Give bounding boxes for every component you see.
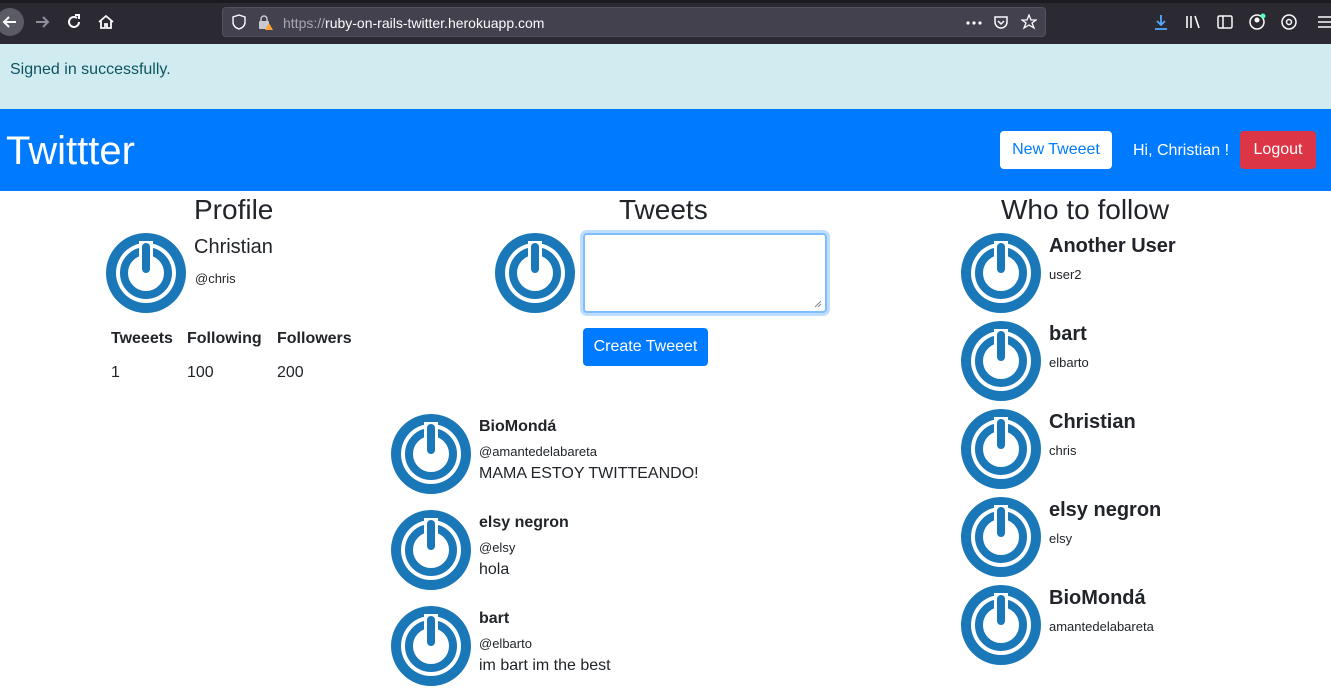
account-icon[interactable] bbox=[1248, 13, 1266, 31]
bookmark-star-icon[interactable] bbox=[1020, 13, 1038, 30]
url-bar[interactable]: https://ruby-on-rails-twitter.herokuapp.… bbox=[222, 7, 1046, 37]
who-to-follow-heading: Who to follow bbox=[1001, 194, 1170, 225]
stat-value-tweeets: 1 bbox=[111, 364, 120, 381]
power-avatar-icon bbox=[116, 241, 176, 303]
profile-name: Christian bbox=[194, 236, 273, 258]
stat-value-following: 100 bbox=[187, 364, 214, 381]
url-text[interactable]: https://ruby-on-rails-twitter.herokuapp.… bbox=[283, 15, 544, 31]
tweet-text: hola bbox=[479, 561, 510, 578]
suggestion-handle[interactable]: elsy bbox=[1049, 531, 1072, 546]
reload-icon[interactable] bbox=[60, 8, 88, 36]
pocket-icon[interactable] bbox=[993, 14, 1009, 30]
sidebar-icon[interactable] bbox=[1216, 13, 1234, 31]
suggestion-name[interactable]: Christian bbox=[1049, 411, 1136, 434]
power-avatar-icon bbox=[971, 329, 1031, 391]
stat-label-tweeets: Tweeets bbox=[111, 330, 173, 347]
shield-icon[interactable] bbox=[231, 14, 247, 30]
suggestion-avatar[interactable] bbox=[961, 497, 1041, 577]
power-avatar-icon bbox=[971, 417, 1031, 479]
tweet-text: MAMA ESTOY TWITTEANDO! bbox=[479, 465, 699, 482]
tweet-author-name[interactable]: bart bbox=[479, 610, 509, 628]
url-scheme: https:// bbox=[283, 15, 326, 31]
back-arrow-icon[interactable] bbox=[0, 8, 24, 36]
tweet-avatar[interactable] bbox=[391, 414, 471, 494]
power-avatar-icon bbox=[401, 518, 461, 580]
suggestion-avatar[interactable] bbox=[961, 409, 1041, 489]
tweet-author-handle[interactable]: @amantedelabareta bbox=[479, 444, 597, 459]
suggestion-avatar[interactable] bbox=[961, 585, 1041, 665]
tweet-avatar[interactable] bbox=[391, 606, 471, 686]
tweets-heading: Tweets bbox=[619, 194, 708, 225]
new-tweeet-button[interactable]: New Tweeet bbox=[1000, 131, 1112, 169]
tweet-text: im bart im the best bbox=[479, 657, 611, 674]
forward-arrow-icon[interactable] bbox=[28, 8, 56, 36]
download-icon[interactable] bbox=[1152, 13, 1170, 31]
library-icon[interactable] bbox=[1184, 13, 1202, 31]
extensions-icon[interactable] bbox=[1280, 13, 1298, 31]
create-tweeet-button[interactable]: Create Tweeet bbox=[583, 328, 708, 366]
resize-grip-icon[interactable] bbox=[814, 300, 822, 308]
flash-alert: Signed in successfully. bbox=[0, 44, 1331, 109]
suggestion-handle[interactable]: chris bbox=[1049, 443, 1076, 458]
tweet-author-name[interactable]: elsy negron bbox=[479, 514, 569, 532]
lock-warning-icon[interactable] bbox=[257, 14, 273, 30]
power-avatar-icon bbox=[401, 614, 461, 676]
suggestion-avatar[interactable] bbox=[961, 321, 1041, 401]
power-avatar-icon bbox=[971, 593, 1031, 655]
stat-label-following: Following bbox=[187, 330, 262, 347]
menu-icon[interactable] bbox=[1318, 13, 1331, 31]
profile-heading: Profile bbox=[194, 194, 274, 225]
home-icon[interactable] bbox=[92, 8, 120, 36]
suggestion-handle[interactable]: user2 bbox=[1049, 267, 1082, 282]
tweet-author-handle[interactable]: @elsy bbox=[479, 540, 515, 555]
profile-handle: @chris bbox=[195, 271, 236, 286]
suggestion-name[interactable]: BioMondá bbox=[1049, 587, 1146, 610]
tab-strip bbox=[0, 0, 1331, 3]
tweet-avatar[interactable] bbox=[391, 510, 471, 590]
tweet-author-name[interactable]: BioMondá bbox=[479, 418, 556, 436]
power-avatar-icon bbox=[971, 505, 1031, 567]
power-avatar-icon bbox=[505, 241, 565, 303]
stat-label-followers: Followers bbox=[277, 330, 352, 347]
url-host: ruby-on-rails-twitter.herokuapp.com bbox=[325, 15, 545, 31]
suggestion-handle[interactable]: elbarto bbox=[1049, 355, 1089, 370]
navbar: Twittter New Tweeet Hi, Christian ! Logo… bbox=[0, 109, 1331, 191]
user-greeting: Hi, Christian ! bbox=[1133, 142, 1230, 159]
suggestion-name[interactable]: bart bbox=[1049, 323, 1087, 346]
profile-avatar bbox=[106, 233, 186, 313]
suggestion-handle[interactable]: amantedelabareta bbox=[1049, 619, 1154, 634]
suggestion-name[interactable]: elsy negron bbox=[1049, 499, 1161, 522]
suggestion-avatar[interactable] bbox=[961, 233, 1041, 313]
compose-avatar bbox=[495, 233, 575, 313]
brand-logo[interactable]: Twittter bbox=[6, 129, 135, 174]
stat-value-followers: 200 bbox=[277, 364, 304, 381]
logout-button[interactable]: Logout bbox=[1240, 131, 1316, 169]
alert-text: Signed in successfully. bbox=[10, 61, 171, 78]
browser-toolbar: https://ruby-on-rails-twitter.herokuapp.… bbox=[0, 0, 1331, 44]
tweet-author-handle[interactable]: @elbarto bbox=[479, 636, 532, 651]
more-icon[interactable] bbox=[965, 15, 982, 31]
power-avatar-icon bbox=[971, 241, 1031, 303]
tweet-compose-textarea[interactable] bbox=[583, 233, 827, 313]
power-avatar-icon bbox=[401, 422, 461, 484]
suggestion-name[interactable]: Another User bbox=[1049, 235, 1176, 258]
